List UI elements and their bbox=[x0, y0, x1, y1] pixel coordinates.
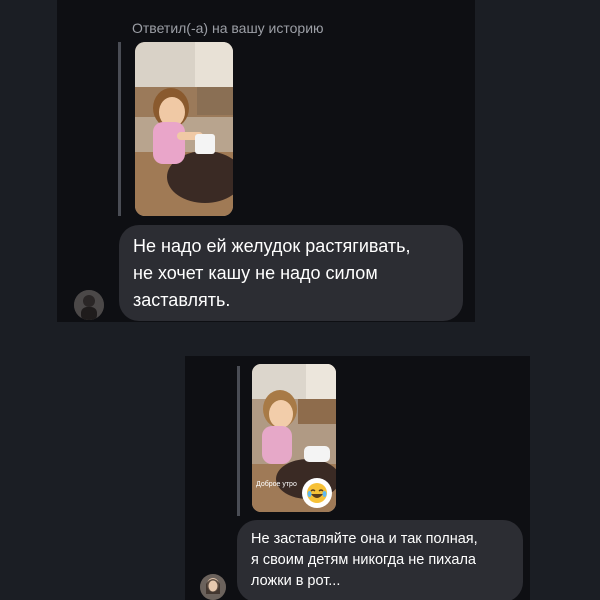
message-bubble[interactable]: Не надо ей желудок растягивать, не хочет… bbox=[119, 225, 463, 321]
message-text-line: ложки в рот... bbox=[251, 573, 341, 589]
story-caption: Доброе утро bbox=[256, 481, 297, 488]
page: Ответил(-а) на вашу историю Не надо ей ж… bbox=[0, 0, 600, 600]
story-reply-label: Ответил(-а) на вашу историю bbox=[132, 20, 324, 36]
message-text-line: Не надо ей желудок растягивать, bbox=[133, 236, 411, 256]
message-bubble[interactable]: Не заставляйте она и так полная, я своим… bbox=[237, 520, 523, 600]
laughing-crying-emoji-icon bbox=[302, 478, 332, 508]
chat-screenshot-top: Ответил(-а) на вашу историю Не надо ей ж… bbox=[57, 0, 475, 322]
message-text-line: заставлять. bbox=[133, 290, 231, 310]
sender-avatar[interactable] bbox=[200, 574, 226, 600]
reply-quote-bar bbox=[118, 42, 121, 216]
reply-quote-bar bbox=[237, 366, 240, 516]
message-text-line: не хочет кашу не надо силом bbox=[133, 263, 378, 283]
message-text-line: я своим детям никогда не пихала bbox=[251, 552, 476, 568]
message-text-line: Не заставляйте она и так полная, bbox=[251, 531, 478, 547]
sender-avatar[interactable] bbox=[74, 290, 104, 320]
story-thumbnail[interactable] bbox=[135, 42, 233, 216]
chat-screenshot-bottom: Доброе утро Не заставляйте она и так пол… bbox=[185, 356, 530, 600]
story-thumbnail[interactable]: Доброе утро bbox=[252, 364, 336, 512]
